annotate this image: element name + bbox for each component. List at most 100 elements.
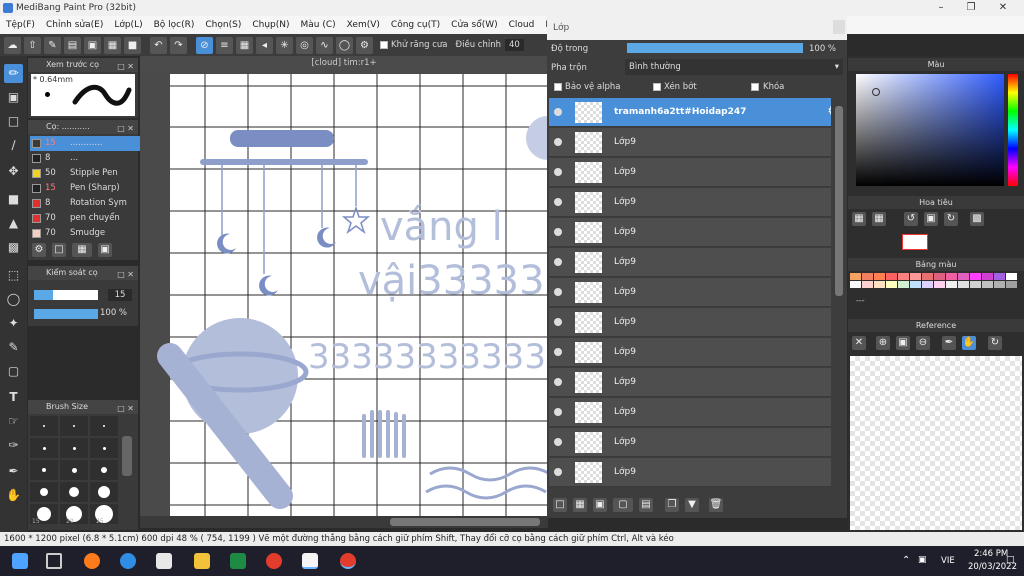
layer-row[interactable]: Lớp9 [549, 398, 831, 427]
explorer-icon[interactable] [194, 553, 210, 569]
brush-size-cell[interactable] [90, 460, 118, 480]
clipping-checkbox[interactable] [653, 83, 661, 91]
alpha-protect-checkbox[interactable] [554, 83, 562, 91]
canvas-area[interactable]: vắng l vậi333333 333333333333333333 [140, 56, 548, 516]
palette-swatch[interactable] [874, 281, 885, 288]
brush-size-cell[interactable] [30, 482, 58, 502]
brush-size-cell[interactable] [90, 416, 118, 436]
select-tool-icon[interactable]: ⬚ [4, 266, 23, 285]
palette-swatch[interactable] [958, 273, 969, 280]
palette-swatch[interactable] [886, 273, 897, 280]
brush-size-cell[interactable] [30, 460, 58, 480]
layer-visibility-icon[interactable] [554, 408, 562, 416]
fit-icon[interactable]: ▣ [924, 212, 938, 226]
comment-icon[interactable]: ✎ [44, 36, 61, 54]
brush-size-cell[interactable] [60, 460, 88, 480]
edge-icon[interactable] [120, 553, 136, 569]
adjust-value[interactable]: 40 [504, 39, 524, 51]
rotate-left-icon[interactable]: ↺ [904, 212, 918, 226]
vanishing-snap-icon[interactable]: ◂ [256, 36, 273, 54]
layer-opacity-slider[interactable] [627, 43, 803, 53]
layer-visibility-icon[interactable] [554, 108, 562, 116]
layer-row[interactable]: Lớp9 [549, 428, 831, 457]
circle-snap-icon[interactable]: ◎ [296, 36, 313, 54]
select-pen-icon[interactable]: ✎ [4, 338, 23, 357]
color-picker-cursor[interactable] [872, 88, 880, 96]
rectangle-tool-icon[interactable]: □ [4, 112, 23, 131]
palette-swatch[interactable] [922, 281, 933, 288]
navigator-thumbnail[interactable] [902, 234, 928, 250]
layer-row[interactable]: Lớp9 [549, 158, 831, 187]
layer-visibility-icon[interactable] [554, 438, 562, 446]
menu-item-5[interactable]: Chụp(N) [252, 20, 289, 30]
layer-gear-icon[interactable]: ⚙ [827, 104, 831, 119]
minimize-button[interactable]: – [926, 0, 956, 16]
palette-swatch[interactable] [874, 273, 885, 280]
layer-scrollbar[interactable] [835, 106, 843, 296]
antialias-checkbox[interactable] [380, 40, 388, 49]
clock-time[interactable]: 2:46 PM [974, 549, 1008, 559]
cloud-icon[interactable]: ☁ [4, 36, 21, 54]
zoom-in-icon[interactable]: ⊕ [876, 336, 890, 350]
palette-swatch[interactable] [934, 281, 945, 288]
brush-size-cell[interactable] [60, 438, 88, 458]
duplicate-layer-icon[interactable]: ❐ [665, 498, 679, 512]
hand-tool-icon[interactable]: ✋ [4, 486, 23, 505]
menu-item-6[interactable]: Màu (C) [301, 20, 336, 30]
palette-swatch[interactable] [958, 281, 969, 288]
brush-item[interactable]: 15 Pen (Sharp) [30, 181, 146, 196]
close-button[interactable]: ✕ [988, 0, 1018, 16]
radial-snap-icon[interactable]: ✳ [276, 36, 293, 54]
palette-swatch[interactable] [850, 281, 861, 288]
add-brush-icon[interactable]: ▦ [72, 243, 92, 257]
brush-item[interactable]: 15............ [30, 136, 146, 151]
antialias-toggle[interactable]: Khử răng cưa [380, 40, 448, 50]
upload-icon[interactable]: ⇧ [24, 36, 41, 54]
menu-item-10[interactable]: Cloud [509, 20, 535, 30]
zoom-out-icon[interactable]: ⊖ [916, 336, 930, 350]
eraser-tool-icon[interactable]: ▣ [4, 88, 23, 107]
bucket-tool-icon[interactable]: ▲ [4, 214, 23, 233]
brush-size-value[interactable]: 15 [108, 289, 132, 301]
gradient-tool-icon[interactable]: ▩ [4, 238, 23, 257]
palette-swatch[interactable] [850, 273, 861, 280]
layer-visibility-icon[interactable] [554, 228, 562, 236]
menu-item-4[interactable]: Chọn(S) [205, 20, 241, 30]
reference-hand-icon[interactable]: ✋ [962, 336, 976, 350]
palette-swatch[interactable] [946, 281, 957, 288]
menu-item-9[interactable]: Cửa sổ(W) [451, 20, 497, 30]
gear-icon[interactable]: ⚙ [356, 36, 373, 54]
layer-row[interactable]: Lớp9 [549, 338, 831, 367]
move-tool-icon[interactable]: ✥ [4, 162, 23, 181]
layer-visibility-icon[interactable] [554, 198, 562, 206]
parallel-snap-icon[interactable]: ≡ [216, 36, 233, 54]
folder-icon[interactable]: ▤ [639, 498, 653, 512]
reference-close-icon[interactable]: ✕ [852, 336, 866, 350]
language-indicator[interactable]: VIE [941, 556, 955, 566]
select-eraser-icon[interactable]: ▢ [4, 362, 23, 381]
brush-size-cell[interactable] [90, 438, 118, 458]
layer-row[interactable]: Lớp9 [549, 188, 831, 217]
brush-item[interactable]: 70 pen chuyển [30, 211, 146, 226]
brush-size-slider[interactable] [34, 290, 98, 300]
lock-checkbox[interactable] [751, 83, 759, 91]
excel-icon[interactable] [230, 553, 246, 569]
blend-select[interactable]: Bình thường ▾ [625, 59, 843, 75]
layer-visibility-icon[interactable] [554, 258, 562, 266]
palette-swatch[interactable] [922, 273, 933, 280]
brush-size-cell[interactable] [30, 438, 58, 458]
canvas-hscroll[interactable] [140, 516, 548, 528]
brush-opacity-slider[interactable] [34, 309, 98, 319]
trash-icon[interactable]: 🗑 [709, 498, 723, 512]
grid-panel-icon[interactable]: ▦ [104, 36, 121, 54]
palette-swatch[interactable] [970, 281, 981, 288]
layer-visibility-icon[interactable] [554, 138, 562, 146]
brush-size-cell[interactable] [60, 504, 88, 524]
undo-icon[interactable]: ↶ [150, 36, 167, 54]
palette-swatch[interactable] [994, 281, 1005, 288]
palette-swatch[interactable] [934, 273, 945, 280]
palette-swatch[interactable] [862, 281, 873, 288]
page-icon[interactable]: ▤ [64, 36, 81, 54]
nav-icon-1[interactable]: ▦ [852, 212, 866, 226]
layer-row[interactable]: Lớp9 [549, 368, 831, 397]
